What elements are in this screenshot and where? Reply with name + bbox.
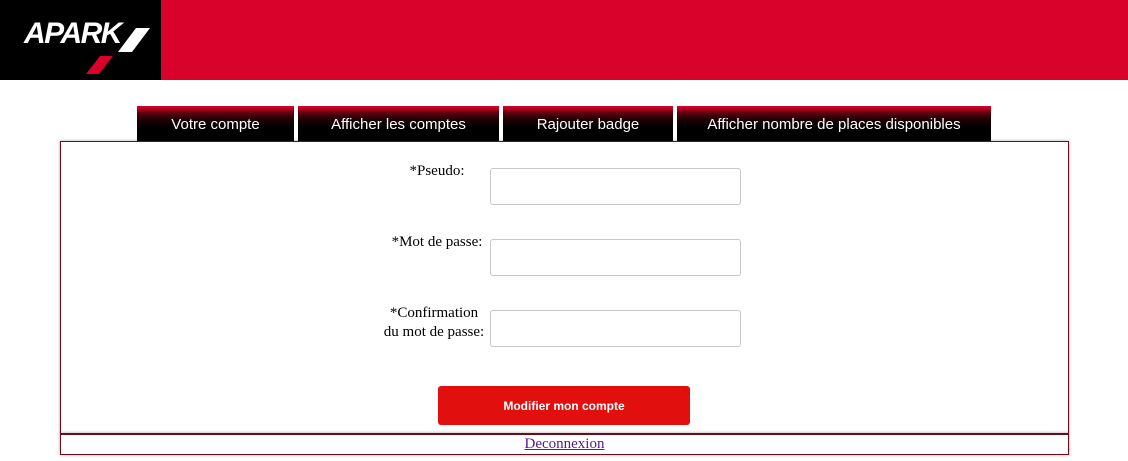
logo-text: APARK <box>24 17 122 50</box>
header-banner: APARK <box>0 0 1128 80</box>
tab-places-disponibles[interactable]: Afficher nombre de places disponibles <box>677 106 991 141</box>
main-nav: Votre compte Afficher les comptes Rajout… <box>0 106 1128 142</box>
tab-afficher-comptes[interactable]: Afficher les comptes <box>298 106 499 141</box>
modify-account-button[interactable]: Modifier mon compte <box>438 386 690 425</box>
password-label: *Mot de passe: <box>391 234 483 250</box>
account-form-panel: *Pseudo: *Mot de passe: *Confirmation du… <box>60 141 1069 434</box>
footer-bar: Deconnexion <box>60 433 1069 455</box>
apark-logo[interactable]: APARK <box>0 0 161 80</box>
pseudo-input[interactable] <box>490 168 741 205</box>
confirm-password-label: *Confirmation du mot de passe: <box>383 305 485 340</box>
tab-votre-compte[interactable]: Votre compte <box>137 106 294 141</box>
pseudo-label: *Pseudo: <box>409 163 465 179</box>
logout-link[interactable]: Deconnexion <box>525 436 605 452</box>
confirm-password-input[interactable] <box>490 310 741 347</box>
tab-rajouter-badge[interactable]: Rajouter badge <box>503 106 673 141</box>
password-input[interactable] <box>490 239 741 276</box>
